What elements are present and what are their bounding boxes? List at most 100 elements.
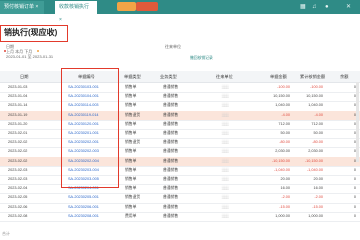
cell-date: 2023-02-04: [8, 186, 28, 191]
header-amount[interactable]: 单据金额: [270, 71, 287, 82]
cell-date: 2023-02-02: [8, 140, 28, 145]
cell-date: 2023-01-19: [8, 112, 28, 117]
cell-date: 2023-01-03: [8, 85, 28, 89]
red-dot-icon: [4, 50, 6, 52]
cell-biz-type: 普通销售: [163, 94, 179, 99]
cell-balance: 0: [353, 94, 356, 99]
cell-date: 2023-02-06: [8, 204, 28, 209]
filter-unit-label: 往来单位: [165, 44, 181, 49]
user-icon[interactable]: ●: [325, 0, 329, 14]
cell-balance: 0: [353, 131, 356, 135]
cell-biz-type: 普通销售: [163, 204, 179, 209]
table-row[interactable]: 2023-02-08 SA-20230208-001 费用单 普通销售 1,000.00…: [0, 212, 360, 222]
red-action-button[interactable]: [136, 2, 158, 11]
header-doc-type[interactable]: 单据类型: [124, 71, 141, 82]
cell-cum-amount: 50.00: [313, 131, 323, 135]
cell-date: 2023-01-04: [8, 94, 28, 99]
cell-unit-blurred: ▒▒▒: [221, 204, 229, 209]
tab-receipt-verify[interactable]: 收款核销执行 ×: [55, 1, 97, 23]
vertical-scrollbar[interactable]: [356, 82, 359, 162]
cell-date: 2023-02-01: [8, 131, 28, 135]
cell-balance: 0: [353, 167, 356, 172]
cell-biz-type: 普通销售: [163, 121, 179, 126]
header-biz-type[interactable]: 业务类型: [160, 71, 177, 82]
page-title: 销执行(现应收): [4, 28, 58, 37]
doc-no-highlight-box: [61, 68, 119, 188]
cell-unit-blurred: ▒▒▒: [221, 103, 229, 108]
cell-doc-no[interactable]: SA-20230206-001: [68, 203, 99, 212]
cell-cum-amount: 10,150.00: [306, 94, 323, 99]
cell-date: 2023-02-05: [8, 195, 28, 200]
cell-doc-no[interactable]: SA-20230205-001: [68, 193, 99, 202]
date-range[interactable]: 2023-01-01 至 2023-01-31: [6, 54, 53, 60]
cell-biz-type: 普通销售: [163, 213, 179, 218]
cell-balance: 0: [353, 140, 356, 145]
cell-balance: 0: [353, 177, 356, 181]
cell-unit-blurred: ▒▒▒: [221, 213, 229, 218]
cell-balance: 0: [353, 213, 356, 218]
cell-date: 2023-02-02: [8, 158, 28, 163]
cell-doc-type: 销售单: [125, 121, 137, 126]
cell-cum-amount: -10,150.00: [304, 158, 323, 163]
cell-date: 2023-01-14: [8, 103, 28, 108]
cell-balance: 0: [353, 158, 356, 163]
cell-cum-amount: -1,040.00: [306, 167, 323, 172]
cell-cum-amount: -2.00: [314, 195, 323, 200]
header-date[interactable]: 日期: [20, 71, 28, 82]
cell-doc-type: 销售单: [125, 149, 137, 154]
cell-balance: 0: [353, 195, 356, 200]
bell-icon[interactable]: ♫: [312, 0, 317, 14]
header-unit[interactable]: 往来单位: [216, 71, 233, 82]
cell-doc-type: 销售单: [125, 167, 137, 172]
cell-cum-amount: -80.00: [312, 140, 323, 145]
cell-unit-blurred: ▒▒▒: [221, 186, 229, 191]
cell-cum-amount: 16.00: [313, 186, 323, 191]
cell-unit-blurred: ▒▒▒: [221, 167, 229, 172]
cell-biz-type: 普通销售: [163, 149, 179, 154]
cell-date: 2023-02-08: [8, 213, 28, 218]
cell-date: 2023-01-20: [8, 121, 28, 126]
orange-dot-icon: [37, 50, 39, 52]
undo-verify-button[interactable]: 撤回核销记录: [190, 55, 213, 61]
cell-unit-blurred: ▒▒▒: [221, 140, 229, 145]
cell-doc-type: 销售单: [125, 85, 137, 89]
cell-balance: 0: [353, 121, 356, 126]
cell-unit-blurred: ▒▒▒: [221, 112, 229, 117]
cell-biz-type: 普通销售: [163, 112, 179, 117]
cell-doc-type: 销售单: [125, 94, 137, 99]
cell-cum-amount: 20.00: [313, 177, 323, 181]
cell-doc-type: 销售单: [125, 158, 137, 163]
cell-date: 2023-02-02: [8, 149, 28, 154]
cell-cum-amount: -100.00: [310, 85, 323, 89]
cell-unit-blurred: ▒▒▒: [221, 177, 229, 181]
cell-balance: 0: [353, 186, 356, 191]
header-cum-amount[interactable]: 累计核销金额: [300, 71, 325, 82]
cell-unit-blurred: ▒▒▒: [221, 131, 229, 135]
cell-unit-blurred: ▒▒▒: [221, 195, 229, 200]
cell-cum-amount: 2,030.00: [308, 149, 323, 154]
cell-unit-blurred: ▒▒▒: [221, 85, 229, 89]
footer-total-label: 合计: [2, 231, 10, 236]
grid-icon[interactable]: ▦: [300, 0, 306, 14]
cell-doc-type: 销售退货: [125, 112, 141, 117]
cell-cum-amount: 712.00: [311, 121, 323, 126]
cell-doc-type: 销售单: [125, 204, 137, 209]
cell-biz-type: 普通销售: [163, 140, 179, 145]
header-balance[interactable]: 余额: [340, 71, 348, 82]
tab-prepay-verify[interactable]: 预付核销订单 ×: [0, 1, 44, 14]
cell-biz-type: 普通销售: [163, 177, 179, 181]
cell-date: 2023-02-03: [8, 167, 28, 172]
cell-balance: 0: [353, 204, 356, 209]
cell-cum-amount: 1,040.00: [308, 103, 323, 108]
close-icon[interactable]: ✕: [346, 0, 351, 14]
orange-action-button[interactable]: [117, 2, 136, 11]
cell-unit-blurred: ▒▒▒: [221, 158, 229, 163]
cell-doc-no[interactable]: SA-20230208-001: [68, 212, 99, 221]
cell-date: 2023-02-03: [8, 177, 28, 181]
cell-cum-amount: -15.00: [312, 204, 323, 209]
cell-doc-type: 销售单: [125, 177, 137, 181]
cell-biz-type: 普通销售: [163, 186, 179, 191]
cell-doc-type: 销售退货: [125, 140, 141, 145]
cell-biz-type: 普通销售: [163, 131, 179, 135]
cell-doc-type: 销售单: [125, 131, 137, 135]
